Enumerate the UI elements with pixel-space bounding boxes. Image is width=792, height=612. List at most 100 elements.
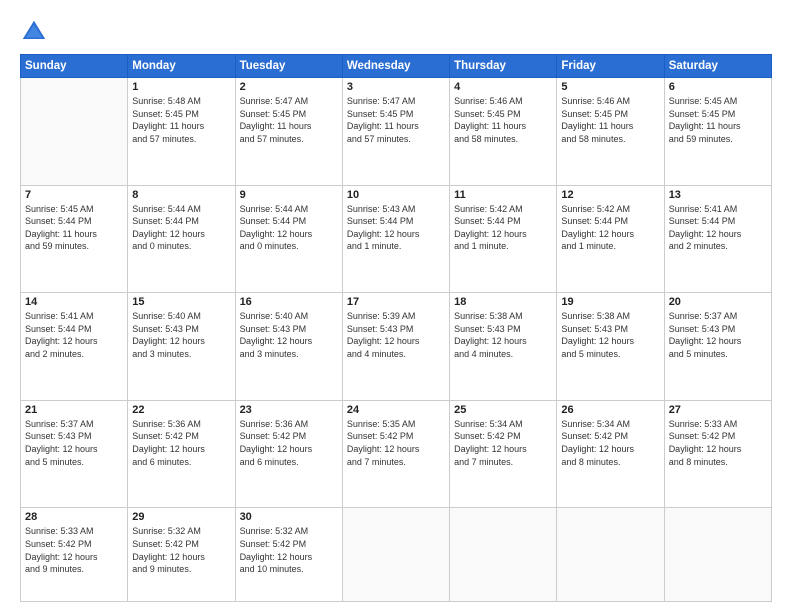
calendar-row: 7 Sunrise: 5:45 AM Sunset: 5:44 PM Daylig… [21, 185, 772, 293]
table-row: 10 Sunrise: 5:43 AM Sunset: 5:44 PM Dayli… [342, 185, 449, 293]
table-row: 21 Sunrise: 5:37 AM Sunset: 5:43 PM Dayli… [21, 400, 128, 508]
table-row: 17Sunrise: 5:39 AM Sunset: 5:43 PM Dayli… [342, 293, 449, 401]
table-row: 5 Sunrise: 5:46 AM Sunset: 5:45 PM Daylig… [557, 78, 664, 186]
day-number: 23 [240, 404, 338, 416]
weekday-header-row: Sunday Monday Tuesday Wednesday Thursday… [21, 55, 772, 78]
day-info: Sunrise: 5:34 AM Sunset: 5:42 PM Dayligh… [454, 418, 552, 468]
day-number: 4 [454, 81, 552, 93]
table-row: 19 Sunrise: 5:38 AM Sunset: 5:43 PM Dayli… [557, 293, 664, 401]
header-monday: Monday [128, 55, 235, 78]
header-tuesday: Tuesday [235, 55, 342, 78]
day-info: Sunrise: 5:48 AM Sunset: 5:45 PM Dayligh… [132, 95, 230, 145]
table-row: 22 Sunrise: 5:36 AM Sunset: 5:42 PM Dayli… [128, 400, 235, 508]
day-number: 11 [454, 189, 552, 201]
table-row [664, 508, 771, 602]
table-row: 12 Sunrise: 5:42 AM Sunset: 5:44 PM Dayli… [557, 185, 664, 293]
table-row: 6Sunrise: 5:45 AM Sunset: 5:45 PM Daylig… [664, 78, 771, 186]
table-row: 8 Sunrise: 5:44 AM Sunset: 5:44 PM Daylig… [128, 185, 235, 293]
day-number: 19 [561, 296, 659, 308]
table-row: 3 Sunrise: 5:47 AM Sunset: 5:45 PM Daylig… [342, 78, 449, 186]
table-row: 2 Sunrise: 5:47 AM Sunset: 5:45 PM Daylig… [235, 78, 342, 186]
table-row: 13 Sunrise: 5:41 AM Sunset: 5:44 PM Dayli… [664, 185, 771, 293]
header-wednesday: Wednesday [342, 55, 449, 78]
day-info: Sunrise: 5:38 AM Sunset: 5:43 PM Dayligh… [454, 310, 552, 360]
table-row [557, 508, 664, 602]
day-info: Sunrise: 5:45 AM Sunset: 5:44 PM Dayligh… [25, 203, 123, 253]
table-row: 28Sunrise: 5:33 AM Sunset: 5:42 PM Dayli… [21, 508, 128, 602]
table-row: 4 Sunrise: 5:46 AM Sunset: 5:45 PM Daylig… [450, 78, 557, 186]
table-row: 15Sunrise: 5:40 AM Sunset: 5:43 PM Dayli… [128, 293, 235, 401]
calendar-table: Sunday Monday Tuesday Wednesday Thursday… [20, 54, 772, 602]
day-number: 10 [347, 189, 445, 201]
header-saturday: Saturday [664, 55, 771, 78]
table-row: 16 Sunrise: 5:40 AM Sunset: 5:43 PM Dayli… [235, 293, 342, 401]
table-row: 14Sunrise: 5:41 AM Sunset: 5:44 PM Dayli… [21, 293, 128, 401]
calendar-row: 14Sunrise: 5:41 AM Sunset: 5:44 PM Dayli… [21, 293, 772, 401]
day-info: Sunrise: 5:46 AM Sunset: 5:45 PM Dayligh… [561, 95, 659, 145]
table-row: 23 Sunrise: 5:36 AM Sunset: 5:42 PM Dayli… [235, 400, 342, 508]
day-number: 14 [25, 296, 123, 308]
day-number: 9 [240, 189, 338, 201]
day-info: Sunrise: 5:42 AM Sunset: 5:44 PM Dayligh… [561, 203, 659, 253]
day-number: 27 [669, 404, 767, 416]
table-row: 20 Sunrise: 5:37 AM Sunset: 5:43 PM Dayli… [664, 293, 771, 401]
day-number: 2 [240, 81, 338, 93]
day-info: Sunrise: 5:41 AM Sunset: 5:44 PM Dayligh… [669, 203, 767, 253]
day-info: Sunrise: 5:36 AM Sunset: 5:42 PM Dayligh… [240, 418, 338, 468]
table-row: 24 Sunrise: 5:35 AM Sunset: 5:42 PM Dayli… [342, 400, 449, 508]
day-info: Sunrise: 5:44 AM Sunset: 5:44 PM Dayligh… [240, 203, 338, 253]
day-number: 29 [132, 511, 230, 523]
day-number: 30 [240, 511, 338, 523]
calendar-row: 21 Sunrise: 5:37 AM Sunset: 5:43 PM Dayli… [21, 400, 772, 508]
header-thursday: Thursday [450, 55, 557, 78]
day-info: Sunrise: 5:40 AM Sunset: 5:43 PM Dayligh… [240, 310, 338, 360]
logo-icon [20, 18, 48, 46]
day-number: 28 [25, 511, 123, 523]
day-info: Sunrise: 5:47 AM Sunset: 5:45 PM Dayligh… [347, 95, 445, 145]
day-number: 7 [25, 189, 123, 201]
day-number: 12 [561, 189, 659, 201]
table-row: 9 Sunrise: 5:44 AM Sunset: 5:44 PM Daylig… [235, 185, 342, 293]
day-number: 22 [132, 404, 230, 416]
day-info: Sunrise: 5:34 AM Sunset: 5:42 PM Dayligh… [561, 418, 659, 468]
day-number: 5 [561, 81, 659, 93]
table-row [21, 78, 128, 186]
day-info: Sunrise: 5:37 AM Sunset: 5:43 PM Dayligh… [669, 310, 767, 360]
day-info: Sunrise: 5:43 AM Sunset: 5:44 PM Dayligh… [347, 203, 445, 253]
logo [20, 18, 54, 46]
day-number: 21 [25, 404, 123, 416]
day-info: Sunrise: 5:35 AM Sunset: 5:42 PM Dayligh… [347, 418, 445, 468]
table-row: 1Sunrise: 5:48 AM Sunset: 5:45 PM Daylig… [128, 78, 235, 186]
day-info: Sunrise: 5:47 AM Sunset: 5:45 PM Dayligh… [240, 95, 338, 145]
day-info: Sunrise: 5:38 AM Sunset: 5:43 PM Dayligh… [561, 310, 659, 360]
day-number: 15 [132, 296, 230, 308]
table-row: 7 Sunrise: 5:45 AM Sunset: 5:44 PM Daylig… [21, 185, 128, 293]
day-info: Sunrise: 5:44 AM Sunset: 5:44 PM Dayligh… [132, 203, 230, 253]
table-row: 29 Sunrise: 5:32 AM Sunset: 5:42 PM Dayli… [128, 508, 235, 602]
day-number: 3 [347, 81, 445, 93]
day-info: Sunrise: 5:32 AM Sunset: 5:42 PM Dayligh… [132, 525, 230, 575]
day-info: Sunrise: 5:33 AM Sunset: 5:42 PM Dayligh… [669, 418, 767, 468]
day-number: 25 [454, 404, 552, 416]
day-info: Sunrise: 5:36 AM Sunset: 5:42 PM Dayligh… [132, 418, 230, 468]
table-row: 18 Sunrise: 5:38 AM Sunset: 5:43 PM Dayli… [450, 293, 557, 401]
day-number: 13 [669, 189, 767, 201]
day-number: 8 [132, 189, 230, 201]
table-row: 30 Sunrise: 5:32 AM Sunset: 5:42 PM Dayli… [235, 508, 342, 602]
table-row: 26 Sunrise: 5:34 AM Sunset: 5:42 PM Dayli… [557, 400, 664, 508]
day-number: 18 [454, 296, 552, 308]
day-number: 17 [347, 296, 445, 308]
header-friday: Friday [557, 55, 664, 78]
table-row: 25 Sunrise: 5:34 AM Sunset: 5:42 PM Dayli… [450, 400, 557, 508]
table-row [342, 508, 449, 602]
calendar-row: 1Sunrise: 5:48 AM Sunset: 5:45 PM Daylig… [21, 78, 772, 186]
day-info: Sunrise: 5:37 AM Sunset: 5:43 PM Dayligh… [25, 418, 123, 468]
day-number: 16 [240, 296, 338, 308]
header [20, 18, 772, 46]
page: Sunday Monday Tuesday Wednesday Thursday… [0, 0, 792, 612]
day-number: 20 [669, 296, 767, 308]
day-number: 24 [347, 404, 445, 416]
day-info: Sunrise: 5:32 AM Sunset: 5:42 PM Dayligh… [240, 525, 338, 575]
day-info: Sunrise: 5:46 AM Sunset: 5:45 PM Dayligh… [454, 95, 552, 145]
day-number: 26 [561, 404, 659, 416]
